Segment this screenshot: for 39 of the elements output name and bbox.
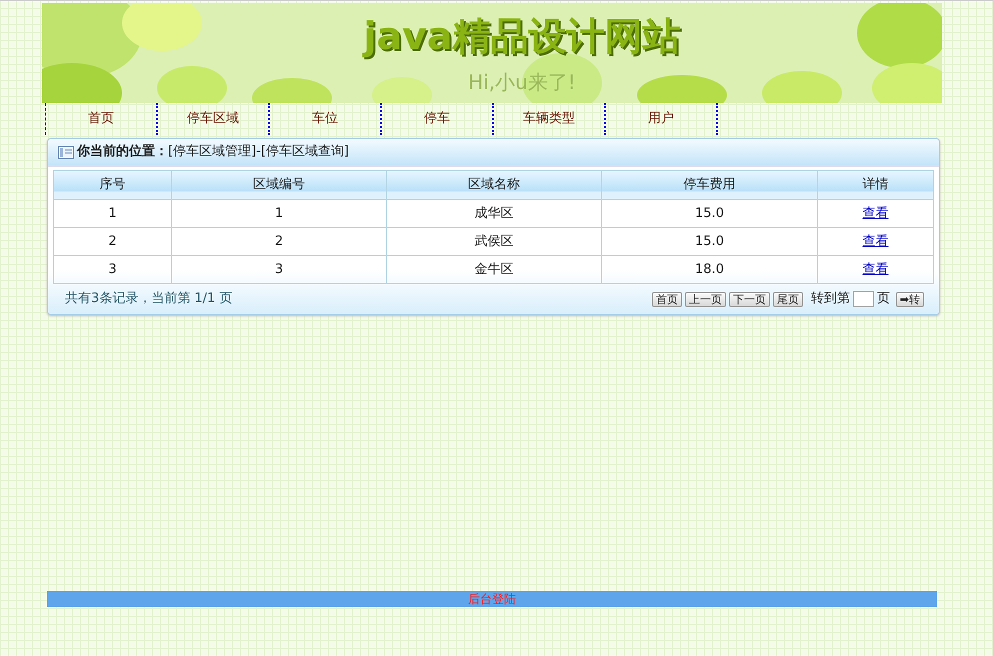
table-cell: 2 (108, 234, 117, 249)
view-link[interactable]: 查看 (862, 206, 888, 221)
banner-title: java精品设计网站 (363, 17, 681, 55)
column-header: 区域编号 (172, 170, 386, 200)
column-header: 区域名称 (386, 170, 602, 200)
table-cell: 18.0 (695, 262, 724, 277)
nav-link[interactable]: 用户 (606, 103, 718, 135)
table-cell: 成华区 (474, 206, 514, 221)
breadcrumb-path: [停车区域管理]-[停车区域查询] (168, 143, 349, 162)
goto-label: 转到第 (810, 290, 850, 308)
pager-button[interactable]: 首页 (652, 292, 682, 306)
table-cell: 2 (274, 234, 284, 249)
nav-link[interactable]: 停车区域 (158, 103, 270, 135)
table-cell: 金牛区 (474, 262, 514, 277)
table-cell: 武侯区 (474, 234, 514, 249)
nav-link[interactable]: 车辆类型 (494, 103, 606, 135)
pager-button[interactable]: 下一页 (728, 292, 770, 306)
breadcrumb-label: 你当前的位置： (77, 143, 168, 162)
pager-button[interactable]: 尾页 (772, 292, 803, 306)
column-header: 停车费用 (602, 170, 818, 200)
list-icon (58, 146, 74, 158)
column-header: 详情 (818, 170, 934, 200)
table-cell: 15.0 (695, 206, 724, 221)
nav-link[interactable]: 车位 (270, 103, 382, 135)
go-button[interactable]: ➡转 (896, 292, 924, 306)
table-cell: 3 (274, 262, 284, 277)
page-unit: 页 (876, 290, 890, 308)
nav-link[interactable]: 首页 (46, 103, 158, 135)
table-cell: 3 (108, 262, 117, 277)
view-link[interactable]: 查看 (862, 262, 888, 277)
pager-button[interactable]: 上一页 (684, 292, 726, 306)
nav-link[interactable]: 停车 (382, 103, 494, 135)
table-cell: 1 (274, 206, 284, 221)
page-input[interactable] (852, 291, 874, 307)
table-cell: 15.0 (695, 234, 724, 249)
column-header: 序号 (54, 170, 172, 200)
table-cell: 1 (108, 206, 117, 221)
record-summary: 共有3条记录，当前第 1/1 页 (65, 290, 232, 308)
view-link[interactable]: 查看 (862, 234, 888, 249)
